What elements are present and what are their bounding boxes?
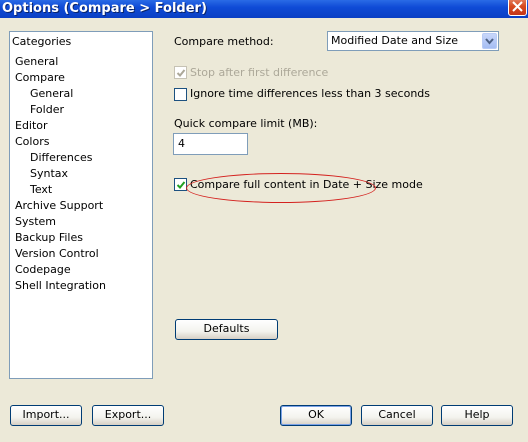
export-button[interactable]: Export...	[92, 405, 164, 426]
compare-method-select[interactable]: Modified Date and Size	[327, 31, 499, 51]
quick-limit-label: Quick compare limit (MB):	[174, 117, 318, 130]
close-button[interactable]	[508, 0, 527, 16]
stop-after-first-label: Stop after first difference	[190, 66, 329, 79]
help-button[interactable]: Help	[441, 405, 513, 426]
category-item-shell-integration[interactable]: Shell Integration	[15, 279, 106, 293]
title-bar[interactable]: Options (Compare > Folder)	[0, 0, 528, 18]
import-button[interactable]: Import...	[10, 405, 82, 426]
category-item-archive-support[interactable]: Archive Support	[15, 199, 103, 213]
category-item-codepage[interactable]: Codepage	[15, 263, 71, 277]
defaults-button[interactable]: Defaults	[175, 319, 278, 340]
stop-after-first-checkbox[interactable]	[174, 66, 187, 79]
highlight-ellipse	[186, 173, 376, 203]
quick-limit-input[interactable]: 4	[173, 133, 248, 155]
ok-button[interactable]: OK	[280, 405, 352, 426]
category-item-colors[interactable]: Colors	[15, 135, 49, 149]
compare-method-dropdown-button[interactable]	[482, 33, 497, 49]
category-item-system[interactable]: System	[15, 215, 56, 229]
category-item-differences[interactable]: Differences	[30, 151, 92, 165]
compare-method-label: Compare method:	[174, 35, 274, 48]
category-item-backup-files[interactable]: Backup Files	[15, 231, 83, 245]
category-item-compare-folder[interactable]: Folder	[30, 103, 64, 117]
full-content-checkbox[interactable]	[174, 178, 187, 191]
chevron-down-icon	[485, 38, 494, 45]
quick-limit-value: 4	[178, 137, 185, 150]
ignore-time-label: Ignore time differences less than 3 seco…	[190, 87, 431, 100]
close-icon	[512, 1, 523, 12]
category-item-editor[interactable]: Editor	[15, 119, 48, 133]
checkmark-icon	[176, 181, 186, 189]
category-item-compare-general[interactable]: General	[30, 87, 73, 101]
category-item-compare[interactable]: Compare	[15, 71, 65, 85]
category-item-syntax[interactable]: Syntax	[30, 167, 68, 181]
checkmark-icon	[176, 69, 186, 77]
ignore-time-checkbox[interactable]	[174, 88, 187, 101]
category-item-text[interactable]: Text	[30, 183, 52, 197]
compare-method-value: Modified Date and Size	[331, 34, 458, 47]
category-item-general[interactable]: General	[15, 55, 58, 69]
cancel-button[interactable]: Cancel	[361, 405, 433, 426]
categories-list[interactable]: Categories General Compare General Folde…	[9, 31, 153, 379]
window-title: Options (Compare > Folder)	[2, 1, 207, 16]
categories-header: Categories	[12, 35, 72, 48]
category-item-version-control[interactable]: Version Control	[15, 247, 99, 261]
